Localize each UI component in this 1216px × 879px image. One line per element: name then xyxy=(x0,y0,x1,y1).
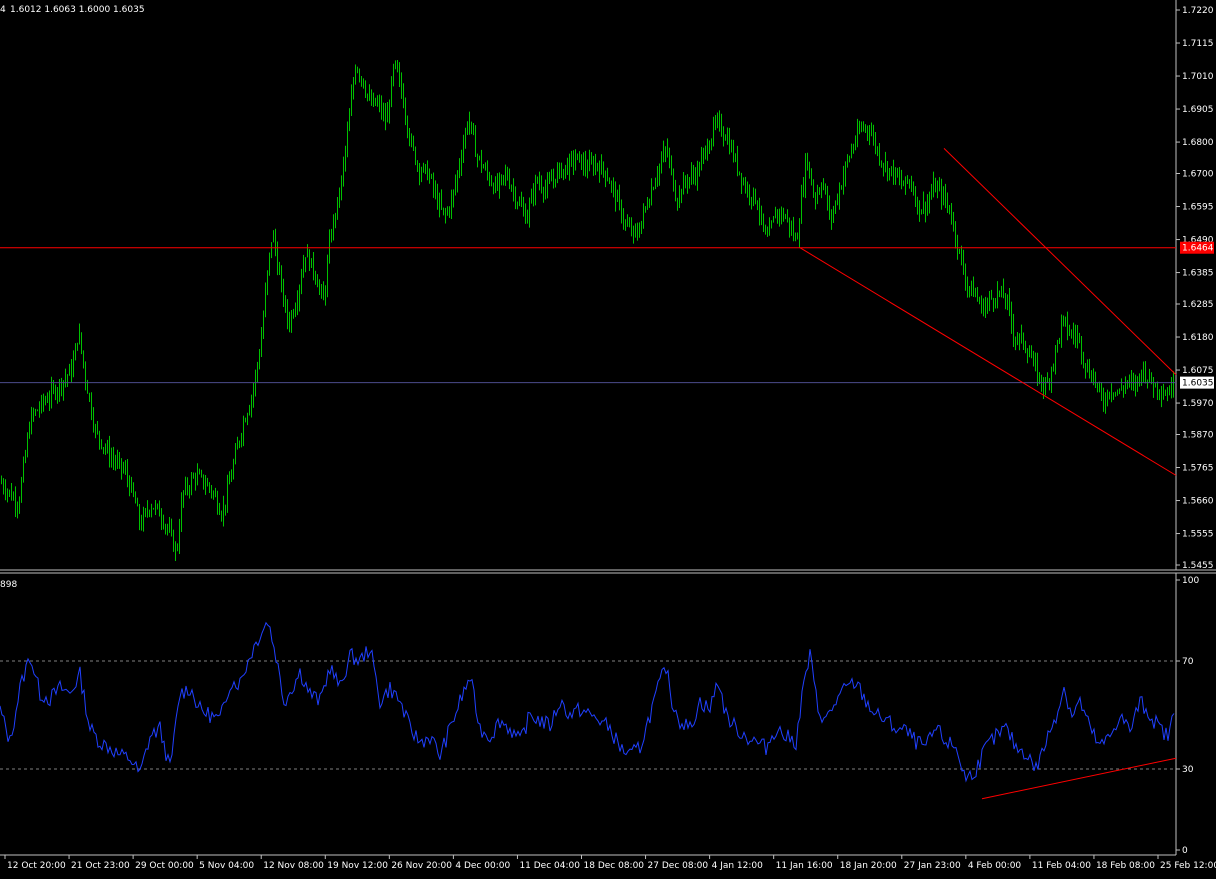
indicator-tick-label: 70 xyxy=(1182,657,1194,667)
time-tick-label: 4 Dec 00:00 xyxy=(455,861,510,871)
price-tick-label: 1.6905 xyxy=(1182,105,1214,115)
price-tick-label: 1.5970 xyxy=(1182,399,1214,409)
time-tick-label: 29 Oct 00:00 xyxy=(135,861,194,871)
price-tick-label: 1.5660 xyxy=(1182,497,1214,507)
ohlc-readout: 1.6012 1.6063 1.6000 1.6035 xyxy=(10,5,145,15)
price-tick-label: 1.6075 xyxy=(1182,366,1214,376)
time-tick-label: 11 Feb 04:00 xyxy=(1032,861,1091,871)
time-tick-label: 5 Nov 04:00 xyxy=(199,861,254,871)
indicator-tick-label: 0 xyxy=(1182,846,1188,856)
price-tick-label: 1.5765 xyxy=(1182,464,1214,474)
price-tick-label: 1.6285 xyxy=(1182,300,1214,310)
price-tick-label: 1.7115 xyxy=(1182,39,1214,49)
chart-background xyxy=(0,0,1216,875)
time-tick-label: 12 Oct 20:00 xyxy=(7,861,66,871)
current-price-label: 1.6035 xyxy=(1182,379,1214,389)
price-tick-label: 1.6180 xyxy=(1182,333,1214,343)
time-tick-label: 12 Nov 08:00 xyxy=(263,861,324,871)
price-tick-label: 1.6385 xyxy=(1182,269,1214,279)
price-tick-label: 1.6800 xyxy=(1182,138,1214,148)
time-tick-label: 11 Dec 04:00 xyxy=(519,861,580,871)
price-tick-label: 1.6700 xyxy=(1182,170,1214,180)
time-tick-label: 18 Jan 20:00 xyxy=(840,861,897,871)
indicator-label: 898 xyxy=(0,580,17,590)
chart-window[interactable]: 4 1.6012 1.6063 1.6000 1.6035 898 1.7220… xyxy=(0,0,1216,875)
time-tick-label: 25 Feb 12:00 xyxy=(1160,861,1216,871)
indicator-tick-label: 30 xyxy=(1182,765,1194,775)
time-tick-label: 26 Nov 20:00 xyxy=(391,861,452,871)
price-tick-label: 1.5455 xyxy=(1182,561,1214,571)
price-tick-label: 1.5555 xyxy=(1182,530,1214,540)
price-tick-label: 1.7220 xyxy=(1182,6,1214,16)
time-tick-label: 21 Oct 23:00 xyxy=(71,861,130,871)
time-tick-label: 19 Nov 12:00 xyxy=(327,861,388,871)
time-tick-label: 18 Feb 08:00 xyxy=(1096,861,1155,871)
time-tick-label: 4 Feb 00:00 xyxy=(968,861,1022,871)
time-tick-label: 27 Jan 23:00 xyxy=(904,861,961,871)
time-tick-label: 11 Jan 16:00 xyxy=(776,861,833,871)
price-chart-svg[interactable]: 4 1.6012 1.6063 1.6000 1.6035 898 1.7220… xyxy=(0,0,1216,875)
symbol-label: 4 xyxy=(0,5,6,15)
time-tick-label: 27 Dec 08:00 xyxy=(648,861,709,871)
support-price-label: 1.6464 xyxy=(1182,244,1214,254)
price-tick-label: 1.6595 xyxy=(1182,203,1214,213)
indicator-tick-label: 100 xyxy=(1182,576,1199,586)
time-tick-label: 4 Jan 12:00 xyxy=(712,861,764,871)
price-tick-label: 1.7010 xyxy=(1182,72,1214,82)
price-tick-label: 1.5870 xyxy=(1182,431,1214,441)
time-tick-label: 18 Dec 08:00 xyxy=(584,861,645,871)
